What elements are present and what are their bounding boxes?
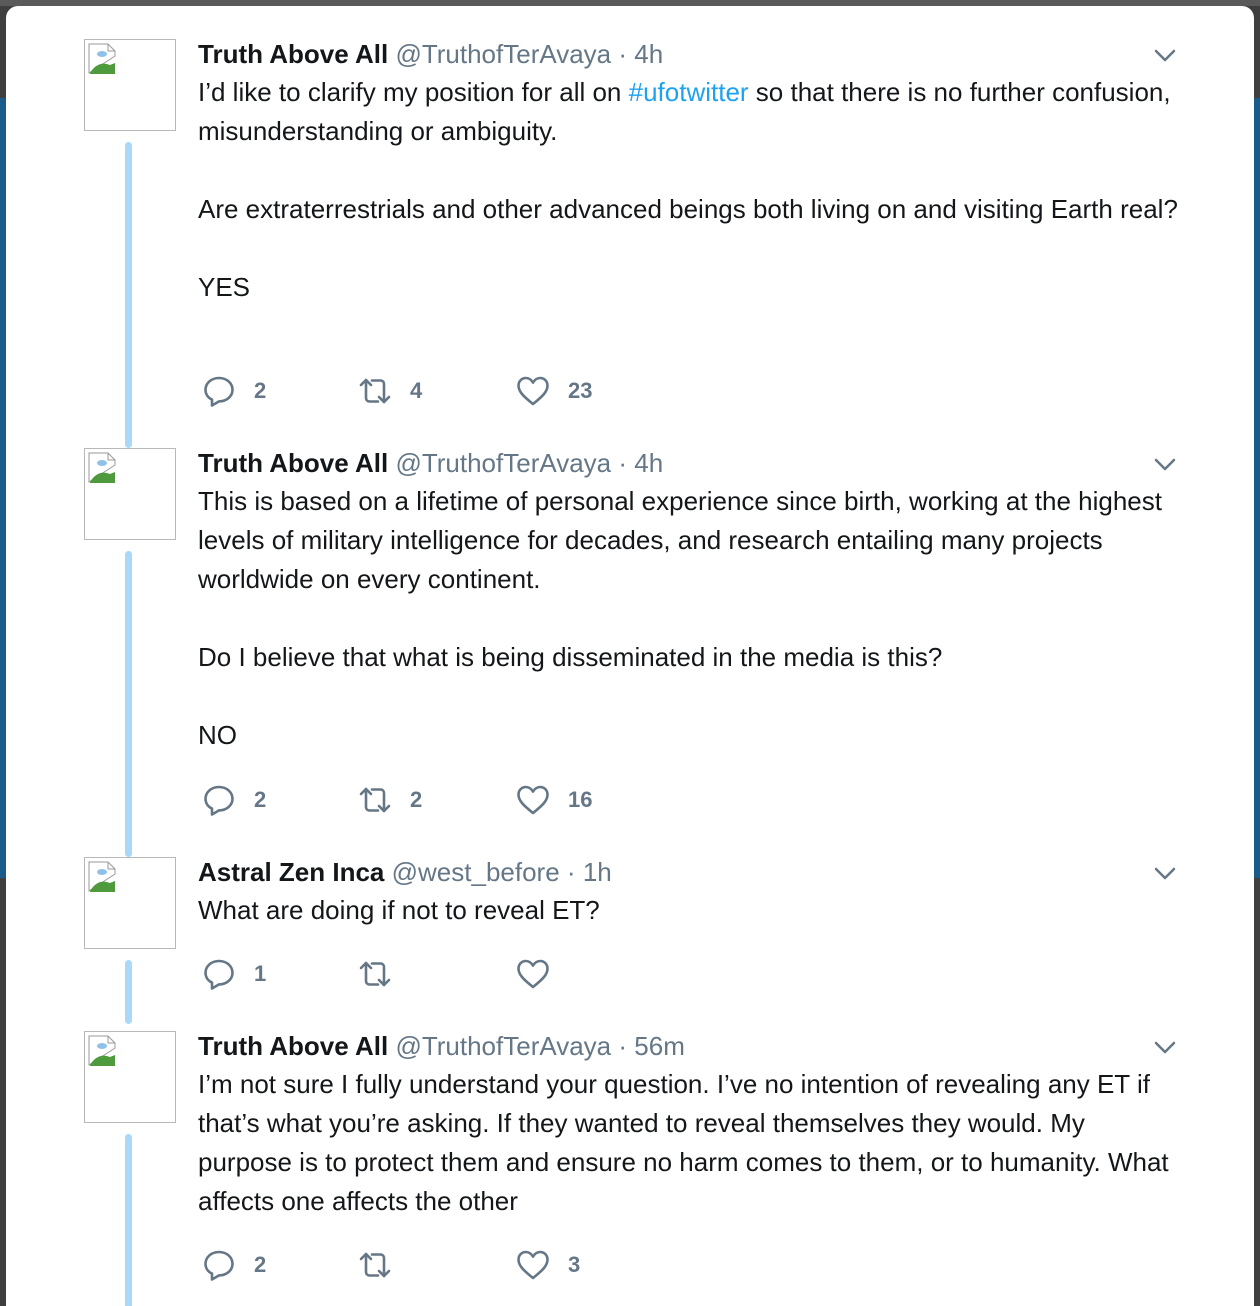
- thread-connector: [125, 551, 132, 857]
- heart-icon: [517, 785, 549, 815]
- broken-image-icon: [88, 43, 116, 74]
- retweet-icon: [359, 1252, 391, 1278]
- display-name[interactable]: Truth Above All: [198, 1031, 388, 1061]
- thread-connector: [125, 960, 132, 1024]
- reply-button[interactable]: 2: [202, 1245, 266, 1285]
- user-handle[interactable]: @west_before: [392, 857, 560, 887]
- chevron-down-icon[interactable]: [1152, 45, 1178, 65]
- separator-dot: ·: [566, 857, 576, 887]
- retweet-count: 2: [410, 787, 423, 812]
- separator-dot: ·: [618, 39, 628, 69]
- retweet-button[interactable]: 2: [358, 780, 422, 820]
- reply-count: 2: [254, 378, 267, 403]
- like-button[interactable]: 3: [516, 1245, 580, 1285]
- retweet-icon: [359, 787, 391, 813]
- like-count: 16: [568, 787, 593, 812]
- reply-icon: [204, 376, 234, 407]
- retweet-icon: [359, 378, 391, 404]
- tweet-actions: 2 4 23: [198, 371, 798, 411]
- reply-icon: [204, 1250, 234, 1281]
- reply-button[interactable]: 2: [202, 371, 266, 411]
- hashtag-link[interactable]: #ufotwitter: [629, 77, 749, 107]
- tweet-header: Truth Above All @TruthofTerAvaya · 56m: [198, 1031, 1178, 1061]
- avatar[interactable]: [84, 39, 176, 131]
- display-name[interactable]: Truth Above All: [198, 448, 388, 478]
- reply-button[interactable]: 1: [202, 954, 266, 994]
- thread-connector: [125, 1134, 132, 1306]
- chevron-down-icon[interactable]: [1152, 454, 1178, 474]
- tweet-text: I’m not sure I fully understand your que…: [198, 1065, 1178, 1221]
- like-count: 3: [568, 1252, 581, 1277]
- timestamp[interactable]: 1h: [583, 857, 612, 887]
- tweet-paragraph: Are extraterrestrials and other advanced…: [198, 194, 1178, 224]
- chevron-down-icon[interactable]: [1152, 863, 1178, 883]
- avatar[interactable]: [84, 448, 176, 540]
- tweet-actions: 2 2 16: [198, 780, 798, 820]
- avatar[interactable]: [84, 1031, 176, 1123]
- tweet-paragraph: YES: [198, 272, 251, 302]
- thread-panel: Truth Above All @TruthofTerAvaya · 4h I’…: [6, 6, 1254, 1306]
- tweet-paragraph: What are doing if not to reveal ET?: [198, 895, 600, 925]
- tweet-actions: 2 3: [198, 1245, 798, 1285]
- retweet-count: 4: [410, 378, 423, 403]
- heart-icon: [517, 1250, 549, 1280]
- tweet-paragraph: This is based on a lifetime of personal …: [198, 486, 1162, 594]
- separator-dot: ·: [618, 1031, 628, 1061]
- like-button[interactable]: 16: [516, 780, 592, 820]
- reply-icon: [204, 785, 234, 816]
- broken-image-icon: [88, 452, 116, 483]
- tweet-paragraph: I’m not sure I fully understand your que…: [198, 1069, 1169, 1216]
- tweet-text: I’d like to clarify my position for all …: [198, 73, 1178, 307]
- broken-image-icon: [88, 861, 116, 892]
- tweet-text: This is based on a lifetime of personal …: [198, 482, 1178, 755]
- timestamp[interactable]: 56m: [634, 1031, 685, 1061]
- broken-image-icon: [88, 1035, 116, 1066]
- reply-count: 2: [254, 1252, 267, 1277]
- tweet-text: What are doing if not to reveal ET?: [198, 891, 1178, 930]
- user-handle[interactable]: @TruthofTerAvaya: [395, 448, 611, 478]
- user-handle[interactable]: @TruthofTerAvaya: [395, 1031, 611, 1061]
- reply-button[interactable]: 2: [202, 780, 266, 820]
- thread-connector: [125, 142, 132, 448]
- like-count: 23: [568, 378, 593, 403]
- retweet-button[interactable]: [358, 1245, 410, 1285]
- retweet-button[interactable]: 4: [358, 371, 422, 411]
- avatar[interactable]: [84, 857, 176, 949]
- display-name[interactable]: Astral Zen Inca: [198, 857, 384, 887]
- chevron-down-icon[interactable]: [1152, 1037, 1178, 1057]
- tweet-text-part: I’d like to clarify my position for all …: [198, 77, 629, 107]
- tweet-paragraph: NO: [198, 720, 237, 750]
- display-name[interactable]: Truth Above All: [198, 39, 388, 69]
- tweet-paragraph: Do I believe that what is being dissemin…: [198, 642, 943, 672]
- heart-icon: [517, 959, 549, 989]
- tweet-actions: 1: [198, 954, 798, 994]
- separator-dot: ·: [618, 448, 628, 478]
- retweet-icon: [359, 961, 391, 987]
- heart-icon: [517, 376, 549, 406]
- reply-icon: [204, 959, 234, 990]
- user-handle[interactable]: @TruthofTerAvaya: [395, 39, 611, 69]
- like-button[interactable]: 23: [516, 371, 592, 411]
- like-button[interactable]: [516, 954, 568, 994]
- retweet-button[interactable]: [358, 954, 410, 994]
- tweet-header: Truth Above All @TruthofTerAvaya · 4h: [198, 448, 1178, 478]
- page-backdrop-right: [1254, 98, 1260, 878]
- tweet-header: Truth Above All @TruthofTerAvaya · 4h: [198, 39, 1178, 69]
- timestamp[interactable]: 4h: [634, 448, 663, 478]
- timestamp[interactable]: 4h: [634, 39, 663, 69]
- reply-count: 2: [254, 787, 267, 812]
- tweet-header: Astral Zen Inca @west_before · 1h: [198, 857, 1178, 887]
- reply-count: 1: [254, 961, 267, 986]
